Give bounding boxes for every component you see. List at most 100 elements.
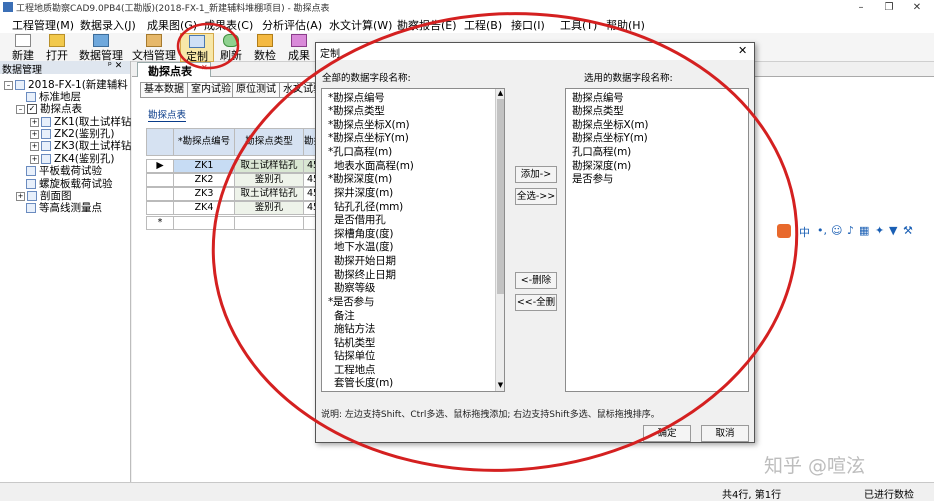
row-marker[interactable]: ▶ bbox=[146, 159, 174, 173]
selected-fields-listbox[interactable]: 勘探点编号 勘探点类型 勘探点坐标X(m) 勘探点坐标Y(m) 孔口高程(m) … bbox=[565, 88, 749, 392]
list-item[interactable]: 勘探点坐标Y(m) bbox=[572, 130, 648, 145]
open-button[interactable]: 打开 bbox=[42, 33, 72, 62]
table-cell[interactable] bbox=[234, 216, 304, 230]
table-cell[interactable] bbox=[173, 216, 235, 230]
row-marker[interactable] bbox=[146, 201, 174, 215]
menu-result-maps[interactable]: 成果图(G) bbox=[147, 17, 197, 33]
new-button[interactable]: 新建 bbox=[8, 33, 38, 62]
list-item[interactable]: 孔口高程(m) bbox=[572, 144, 631, 159]
subtab-basic-data[interactable]: 基本数据 bbox=[140, 82, 188, 98]
skin-icon[interactable]: ✦ bbox=[875, 224, 884, 237]
table-icon bbox=[26, 203, 36, 213]
table-cell[interactable]: 取土试样钻孔 bbox=[234, 187, 304, 201]
customize-button[interactable]: 定制 bbox=[180, 33, 214, 63]
list-item[interactable]: *是否参与 bbox=[328, 294, 374, 309]
list-item[interactable]: *孔口高程(m) bbox=[328, 144, 392, 159]
data-check-button[interactable]: 数检 bbox=[250, 33, 280, 62]
menu-interface[interactable]: 接口(I) bbox=[511, 17, 545, 33]
menu-help[interactable]: 帮助(H) bbox=[606, 17, 645, 33]
list-item[interactable]: 钻探单位 bbox=[334, 348, 375, 363]
ime-toolbar: 中 •, ☺ ♪ ▦ ✦ ▼ ⚒ bbox=[777, 224, 917, 240]
ime-mode-toggle[interactable]: 中 bbox=[799, 224, 810, 240]
expand-icon[interactable]: + bbox=[30, 141, 39, 151]
cancel-button[interactable]: 取消 bbox=[701, 425, 749, 442]
data-check-label: 数检 bbox=[254, 49, 276, 62]
close-tab-icon[interactable]: ✕ bbox=[201, 63, 208, 72]
list-item[interactable]: *勘探点坐标Y(m) bbox=[328, 130, 409, 145]
wrench-icon[interactable]: ⚒ bbox=[903, 224, 913, 237]
menu-project[interactable]: 工程管理(M) bbox=[12, 17, 74, 33]
panel-pin-close[interactable]: ᵖ ✕ bbox=[108, 61, 122, 71]
subtab-lab-test[interactable]: 室内试验 bbox=[187, 82, 235, 98]
list-item[interactable]: 是否参与 bbox=[572, 171, 613, 186]
sogou-icon[interactable] bbox=[777, 224, 791, 238]
list-item[interactable]: 勘察等级 bbox=[334, 280, 375, 295]
table-cell[interactable]: ZK3 bbox=[173, 187, 235, 201]
mic-icon[interactable]: ♪ bbox=[847, 224, 854, 237]
table-cell[interactable]: ZK2 bbox=[173, 173, 235, 187]
table-icon bbox=[26, 166, 36, 176]
results-button[interactable]: 成果 bbox=[284, 33, 314, 62]
document-tab-label: 勘探点表 bbox=[148, 65, 192, 78]
menu-data-entry[interactable]: 数据录入(J) bbox=[80, 17, 136, 33]
list-item[interactable]: *勘探点类型 bbox=[328, 103, 385, 118]
list-item[interactable]: 施钻方法 bbox=[334, 321, 375, 336]
scroll-up-icon[interactable]: ▲ bbox=[496, 89, 504, 98]
table-cell[interactable]: ZK4 bbox=[173, 201, 235, 215]
document-management-button[interactable]: 文档管理 bbox=[130, 33, 178, 62]
new-row-marker[interactable]: * bbox=[146, 216, 174, 230]
watermark: 知乎 @喧泫 bbox=[764, 455, 866, 477]
table-cell[interactable]: ZK1 bbox=[173, 159, 235, 173]
scrollbar-thumb[interactable] bbox=[497, 99, 504, 294]
keyboard-icon[interactable]: ▦ bbox=[859, 224, 869, 237]
menu-report[interactable]: 勘察报告(E) bbox=[397, 17, 457, 33]
refresh-label: 刷新 bbox=[220, 49, 242, 62]
menu-result-tables[interactable]: 成果表(C) bbox=[204, 17, 253, 33]
vertical-scrollbar[interactable]: ▲ ▼ bbox=[495, 89, 504, 391]
list-item[interactable]: 勘探点类型 bbox=[572, 103, 624, 118]
table-cell[interactable]: 鉴别孔 bbox=[234, 173, 304, 187]
menu-hydro[interactable]: 水文计算(W) bbox=[329, 17, 392, 33]
row-marker[interactable] bbox=[146, 173, 174, 187]
table-cell[interactable]: 取土试样钻孔 bbox=[234, 159, 304, 173]
list-item[interactable]: 探井深度(m) bbox=[334, 185, 393, 200]
refresh-button[interactable]: 刷新 bbox=[216, 33, 246, 62]
menu-tools[interactable]: 工具(T) bbox=[560, 17, 597, 33]
status-bar: 共4行, 第1行 已进行数检 bbox=[0, 482, 934, 501]
document-tab[interactable]: 勘探点表 ✕ bbox=[137, 62, 211, 78]
menu-engineering[interactable]: 工程(B) bbox=[464, 17, 502, 33]
all-fields-listbox[interactable]: *勘探点编号 *勘探点类型 *勘探点坐标X(m) *勘探点坐标Y(m) *孔口高… bbox=[321, 88, 505, 392]
emoji-icon[interactable]: ☺ bbox=[831, 224, 842, 237]
subtab-in-situ-test[interactable]: 原位测试 bbox=[232, 82, 280, 98]
data-management-button[interactable]: 数据管理 bbox=[76, 33, 126, 62]
list-item[interactable]: 地下水温(度) bbox=[334, 239, 393, 254]
list-item[interactable]: 勘探开始日期 bbox=[334, 253, 396, 268]
expand-icon[interactable]: + bbox=[16, 191, 25, 201]
section-label: 勘探点表 bbox=[148, 107, 187, 122]
close-window-button[interactable]: ✕ bbox=[903, 0, 931, 15]
add-field-button[interactable]: 添加-> bbox=[515, 166, 557, 183]
borehole-icon bbox=[41, 141, 51, 151]
row-marker[interactable] bbox=[146, 187, 174, 201]
tree-item-contour-points[interactable]: 等高线测量点 bbox=[26, 200, 102, 215]
punctuation-icon[interactable]: •, bbox=[817, 224, 827, 237]
database-icon bbox=[93, 34, 109, 47]
remove-field-button[interactable]: <-删除 bbox=[515, 272, 557, 289]
ok-button[interactable]: 确定 bbox=[643, 425, 691, 442]
list-item[interactable]: *勘探深度(m) bbox=[328, 171, 392, 186]
collapse-icon[interactable]: – bbox=[16, 104, 25, 114]
menu-analysis[interactable]: 分析评估(A) bbox=[262, 17, 322, 33]
list-item[interactable]: 是否借用孔 bbox=[334, 212, 386, 227]
scroll-down-icon[interactable]: ▼ bbox=[496, 381, 504, 390]
table-cell[interactable]: 鉴别孔 bbox=[234, 201, 304, 215]
column-header[interactable]: 勘探点类型 bbox=[234, 128, 304, 156]
shirt-icon[interactable]: ▼ bbox=[889, 224, 897, 237]
remove-all-fields-button[interactable]: <<-全删 bbox=[515, 294, 557, 311]
column-header[interactable]: *勘探点编号 bbox=[173, 128, 235, 156]
add-all-fields-button[interactable]: 全选->> bbox=[515, 188, 557, 205]
collapse-icon[interactable]: – bbox=[4, 80, 13, 90]
list-item[interactable]: 套管长度(m) bbox=[334, 375, 393, 390]
minimize-button[interactable]: – bbox=[847, 0, 875, 15]
maximize-button[interactable]: ❐ bbox=[875, 0, 903, 15]
dialog-close-icon[interactable]: ✕ bbox=[738, 44, 747, 57]
